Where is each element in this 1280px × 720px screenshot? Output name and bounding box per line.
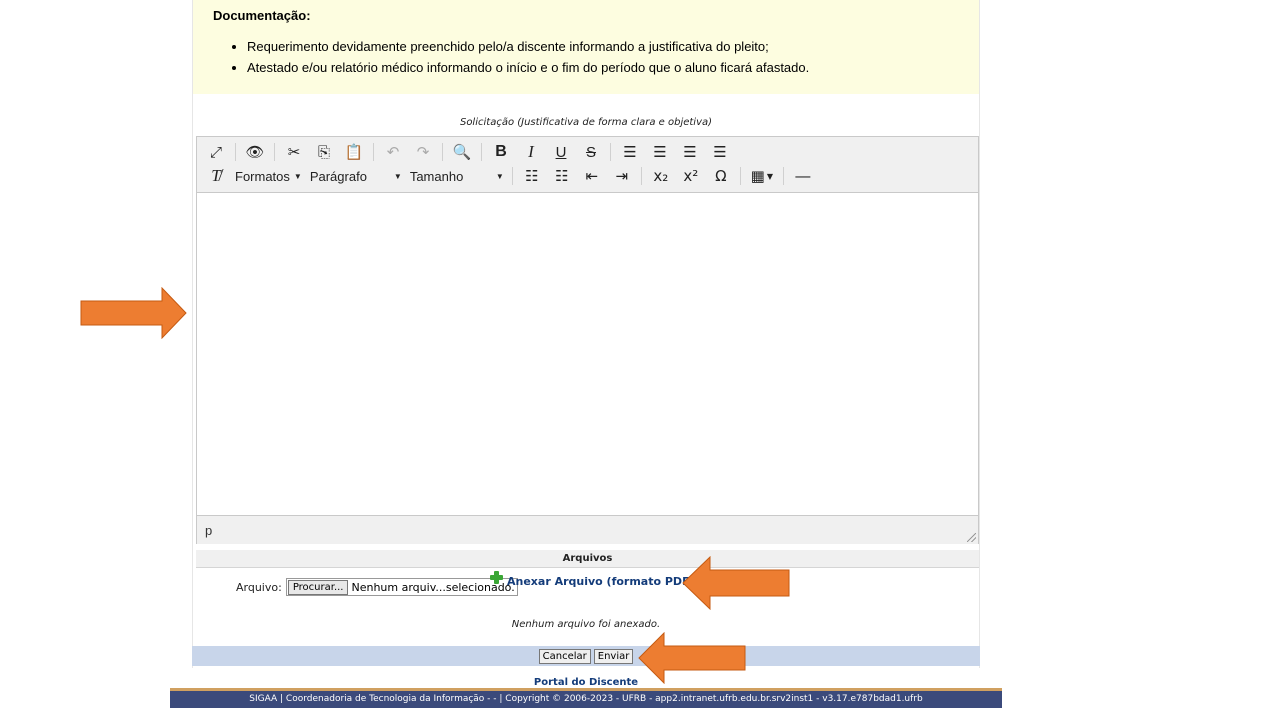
- documentation-item: Requerimento devidamente preenchido pelo…: [247, 36, 809, 57]
- align-right-icon[interactable]: ☰: [675, 140, 705, 164]
- documentation-title: Documentação:: [213, 8, 311, 23]
- toolbar-separator: [782, 167, 784, 185]
- outdent-icon[interactable]: ⇤: [577, 164, 607, 188]
- plus-icon: [490, 571, 503, 584]
- browse-button[interactable]: Procurar...: [287, 579, 349, 595]
- toolbar-separator: [481, 143, 482, 161]
- documentation-item: Atestado e/ou relatório médico informand…: [247, 57, 809, 78]
- form-panel: Documentação: Requerimento devidamente p…: [192, 0, 980, 668]
- align-center-icon[interactable]: ☰: [645, 140, 675, 164]
- superscript-icon[interactable]: x²: [676, 164, 706, 188]
- preview-icon[interactable]: 👁: [240, 140, 270, 164]
- cut-icon[interactable]: ✂: [279, 140, 309, 164]
- arrow-left-icon: [682, 556, 790, 610]
- copy-icon[interactable]: ⎘: [309, 140, 339, 164]
- align-justify-icon[interactable]: ☰: [705, 140, 735, 164]
- special-char-icon[interactable]: Ω: [706, 164, 736, 188]
- documentation-list: Requerimento devidamente preenchido pelo…: [233, 36, 809, 78]
- arrow-right-icon: [80, 287, 187, 339]
- portal-link[interactable]: Portal do Discente: [0, 677, 1172, 688]
- editor-statusbar: p: [197, 515, 978, 544]
- toolbar-separator: [274, 143, 275, 161]
- bold-icon[interactable]: B: [486, 140, 516, 164]
- arrow-left-icon: [638, 632, 746, 684]
- size-dropdown[interactable]: Tamanho ▼: [406, 164, 508, 188]
- attach-file-link[interactable]: Anexar Arquivo (formato PDF): [490, 571, 695, 588]
- underline-icon[interactable]: U: [546, 140, 576, 164]
- toolbar-separator: [511, 167, 513, 185]
- send-button[interactable]: Enviar: [593, 648, 634, 664]
- table-icon[interactable]: ▦ ▼: [745, 164, 779, 188]
- strikethrough-icon[interactable]: S: [576, 140, 606, 164]
- caret-down-icon: ▼: [293, 171, 302, 181]
- documentation-box: Documentação: Requerimento devidamente p…: [193, 0, 979, 94]
- toolbar-separator: [373, 143, 374, 161]
- solicitation-label: Solicitação (Justificativa de forma clar…: [459, 117, 713, 128]
- caret-down-icon: ▼: [393, 171, 402, 181]
- numbered-list-icon[interactable]: ☷: [547, 164, 577, 188]
- bullet-list-icon[interactable]: ☷: [517, 164, 547, 188]
- paragraph-dropdown[interactable]: Parágrafo ▼: [306, 164, 406, 188]
- horizontal-line-icon[interactable]: ―: [788, 164, 818, 188]
- resize-handle-icon[interactable]: [967, 533, 976, 542]
- fullscreen-icon[interactable]: ⤢: [201, 140, 231, 164]
- toolbar-separator: [640, 167, 642, 185]
- italic-icon[interactable]: I: [516, 140, 546, 164]
- indent-icon[interactable]: ⇥: [607, 164, 637, 188]
- paste-icon[interactable]: 📋: [339, 140, 369, 164]
- file-row: Arquivo: Procurar... Nenhum arquiv...sel…: [236, 577, 518, 597]
- redo-icon[interactable]: ↷: [408, 140, 438, 164]
- toolbar-separator: [739, 167, 741, 185]
- action-bar: Cancelar Enviar: [192, 646, 980, 666]
- attachments-title: Arquivos: [196, 550, 979, 568]
- caret-down-icon: ▼: [495, 171, 504, 181]
- file-input[interactable]: Procurar... Nenhum arquiv...selecionado.: [285, 578, 518, 596]
- no-attachments-message: Nenhum arquivo foi anexado.: [511, 619, 661, 630]
- align-left-icon[interactable]: ☰: [615, 140, 645, 164]
- element-path[interactable]: p: [205, 523, 212, 538]
- attach-file-label: Anexar Arquivo (formato PDF): [507, 575, 695, 588]
- paragraph-label: Parágrafo: [309, 168, 367, 184]
- toolbar-separator: [442, 143, 443, 161]
- toolbar-separator: [610, 143, 611, 161]
- find-replace-icon[interactable]: 🔍: [447, 140, 477, 164]
- editor-content-area[interactable]: [197, 193, 978, 515]
- formats-dropdown[interactable]: Formatos ▼: [231, 164, 306, 188]
- subscript-icon[interactable]: x₂: [646, 164, 676, 188]
- footer: SIGAA | Coordenadoria de Tecnologia da I…: [170, 688, 1002, 708]
- formats-label: Formatos: [235, 168, 290, 184]
- undo-icon[interactable]: ↶: [378, 140, 408, 164]
- toolbar-row-2: T̸ Formatos ▼ Parágrafo ▼ Tamanho ▼ ☷ ☷ ⇤ ⇥…: [201, 164, 818, 188]
- toolbar-row-1: ⤢ 👁 ✂ ⎘ 📋 ↶ ↷ 🔍 B I U S ☰ ☰ ☰ ☰: [201, 140, 735, 164]
- rich-text-editor: ⤢ 👁 ✂ ⎘ 📋 ↶ ↷ 🔍 B I U S ☰ ☰ ☰ ☰ T̸ Forma…: [196, 136, 979, 544]
- cancel-button[interactable]: Cancelar: [538, 648, 591, 664]
- file-label: Arquivo:: [236, 580, 282, 594]
- clear-formatting-icon[interactable]: T̸: [201, 164, 231, 188]
- size-label: Tamanho: [409, 168, 464, 184]
- toolbar-separator: [235, 143, 236, 161]
- editor-toolbar: ⤢ 👁 ✂ ⎘ 📋 ↶ ↷ 🔍 B I U S ☰ ☰ ☰ ☰ T̸ Forma…: [197, 137, 978, 193]
